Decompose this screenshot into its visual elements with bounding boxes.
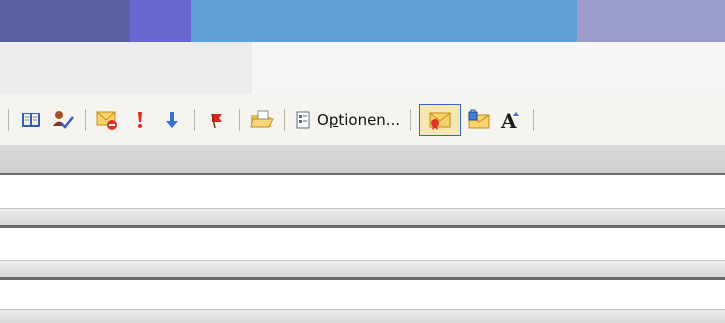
font-size-icon[interactable]: A bbox=[497, 104, 525, 136]
title-segment bbox=[577, 0, 725, 42]
address-book-icon[interactable] bbox=[17, 104, 45, 136]
follow-up-flag-icon[interactable] bbox=[203, 104, 231, 136]
header-area-right bbox=[252, 42, 725, 94]
delete-message-icon[interactable] bbox=[94, 104, 122, 136]
toolbar-separator bbox=[533, 108, 535, 131]
title-segment bbox=[0, 0, 130, 42]
options-label: Optionen... bbox=[317, 110, 401, 129]
collapsed-section-bar[interactable] bbox=[0, 260, 725, 280]
options-icon bbox=[296, 111, 310, 128]
importance-low-icon[interactable] bbox=[158, 104, 186, 136]
toolbar-separator bbox=[410, 108, 412, 131]
toolbar-separator bbox=[85, 108, 86, 131]
svg-text:A: A bbox=[500, 109, 517, 131]
encrypt-message-icon[interactable] bbox=[465, 104, 493, 136]
importance-high-icon[interactable] bbox=[126, 104, 154, 136]
title-bar bbox=[0, 0, 725, 42]
sign-message-icon[interactable] bbox=[419, 103, 462, 136]
toolbar-separator bbox=[284, 108, 285, 131]
check-names-icon[interactable] bbox=[49, 104, 77, 136]
message-toolbar: Optionen... A bbox=[0, 94, 725, 145]
open-folder-icon[interactable] bbox=[248, 104, 276, 136]
collapsed-section-bar[interactable] bbox=[0, 208, 725, 228]
toolbar-separator bbox=[8, 108, 9, 131]
toolbar-bottom-band bbox=[0, 145, 725, 175]
collapsed-section-bar[interactable] bbox=[0, 309, 725, 323]
header-panel bbox=[0, 42, 252, 94]
options-button[interactable]: Optionen... bbox=[291, 104, 404, 136]
title-segment bbox=[130, 0, 191, 42]
title-segment bbox=[191, 0, 577, 42]
toolbar-separator bbox=[239, 108, 240, 131]
toolbar-separator bbox=[194, 108, 195, 131]
